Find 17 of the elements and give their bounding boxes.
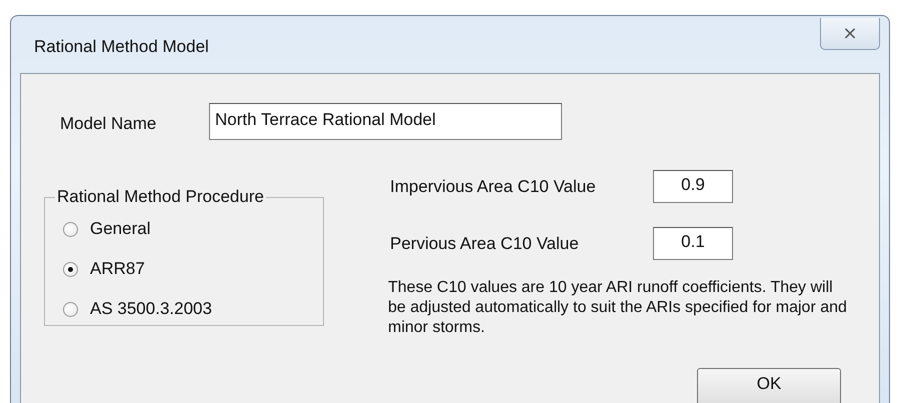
- model-name-field[interactable]: North Terrace Rational Model: [209, 103, 562, 140]
- radio-label[interactable]: General: [90, 219, 150, 239]
- coefficient-field[interactable]: 0.9: [653, 170, 733, 203]
- coefficient-field[interactable]: 0.1: [653, 227, 733, 260]
- window-title: Rational Method Model: [34, 37, 209, 57]
- field-label: Impervious Area C10 Value: [389, 176, 597, 196]
- field-label: Model Name: [60, 114, 158, 134]
- radio-label[interactable]: AS 3500.3.2003: [90, 299, 212, 319]
- close-button[interactable]: ⨯: [820, 18, 880, 50]
- radio-button[interactable]: [63, 262, 78, 276]
- radio-label[interactable]: ARR87: [90, 259, 145, 279]
- radio-button[interactable]: [63, 222, 78, 236]
- info-text: These C10 values are 10 year ARI runoff coefficients. They will be adjusted automatically to suit the ARIs specified for major and minor storms.: [388, 278, 848, 338]
- radio-button[interactable]: [63, 302, 78, 316]
- field-label: Pervious Area C10 Value: [389, 234, 580, 254]
- group-title: Rational Method Procedure: [56, 187, 265, 207]
- ok-button[interactable]: OK: [697, 368, 841, 403]
